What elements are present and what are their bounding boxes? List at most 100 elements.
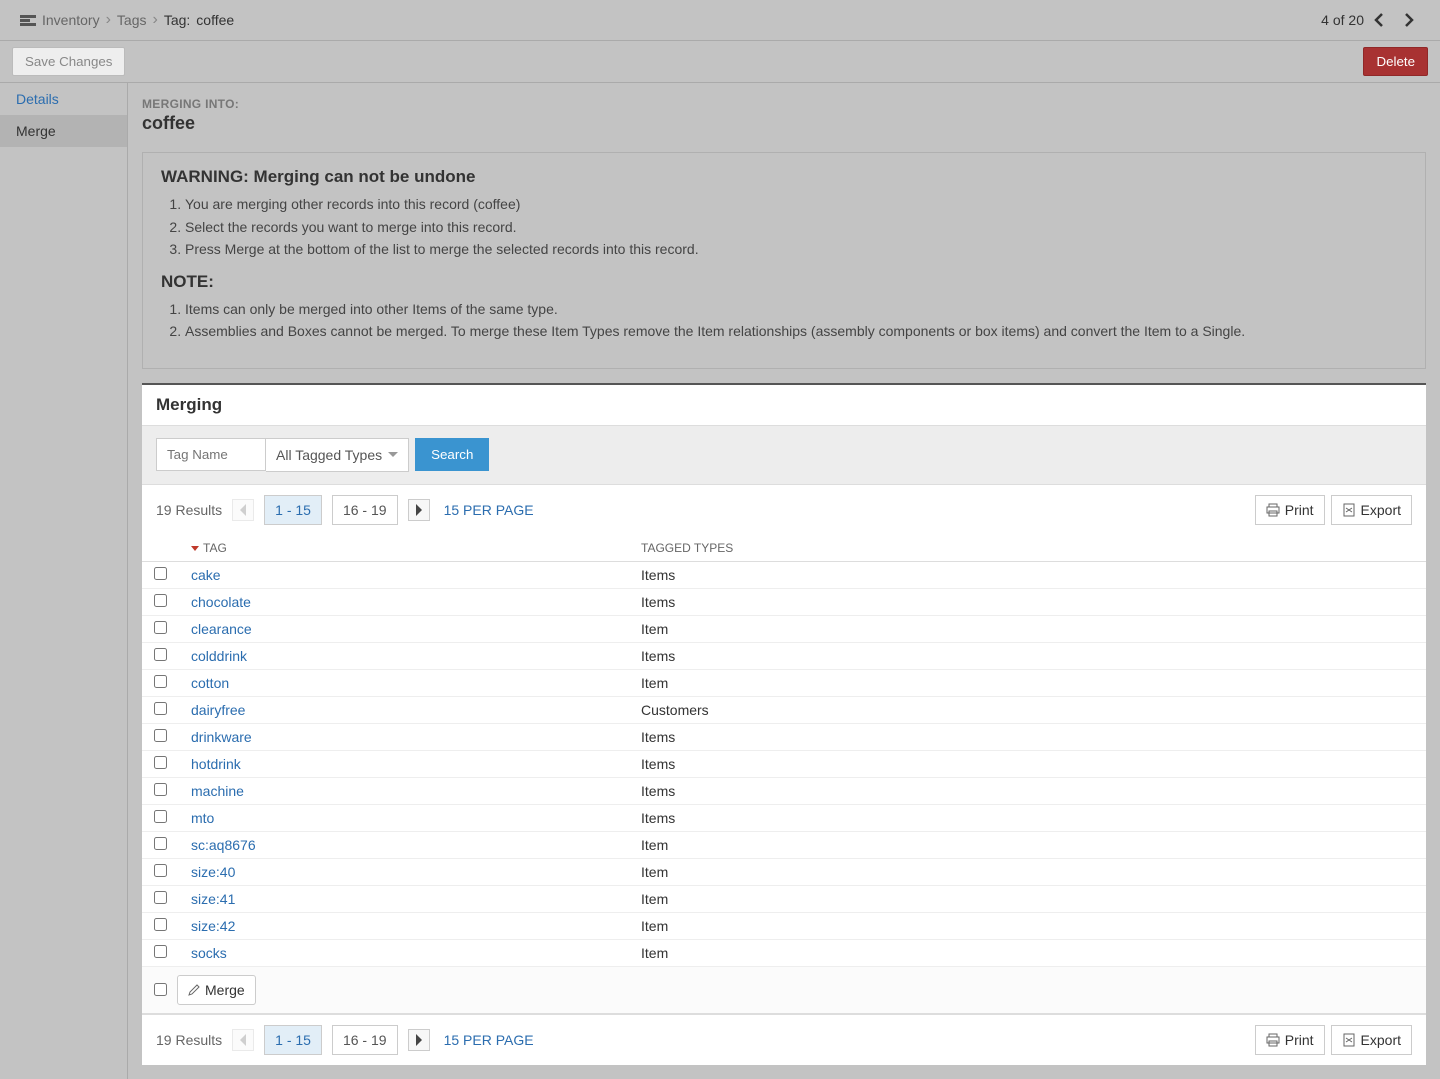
results-count: 19 Results xyxy=(156,502,222,518)
tagged-types-cell: Items xyxy=(629,804,1426,831)
page-next-button[interactable] xyxy=(408,1029,430,1051)
sidebar-item-merge[interactable]: Merge xyxy=(0,115,127,147)
tag-link[interactable]: colddrink xyxy=(191,648,247,664)
tag-link[interactable]: dairyfree xyxy=(191,702,245,718)
breadcrumb-root[interactable]: Inventory xyxy=(42,12,100,28)
page-prev-button[interactable] xyxy=(232,499,254,521)
print-icon xyxy=(1266,503,1280,517)
row-checkbox[interactable] xyxy=(154,837,167,850)
merge-footer: Merge xyxy=(142,967,1426,1014)
per-page-link[interactable]: 15 PER PAGE xyxy=(444,1032,534,1048)
tag-link[interactable]: size:41 xyxy=(191,891,235,907)
tagged-types-cell: Item xyxy=(629,885,1426,912)
delete-button[interactable]: Delete xyxy=(1363,47,1428,76)
tagged-types-cell: Items xyxy=(629,723,1426,750)
tagged-types-cell: Items xyxy=(629,642,1426,669)
row-checkbox[interactable] xyxy=(154,621,167,634)
warning-item: Select the records you want to merge int… xyxy=(185,218,1407,238)
save-button[interactable]: Save Changes xyxy=(12,47,125,76)
page-body: Details Merge MERGING INTO: coffee WARNI… xyxy=(0,83,1440,1079)
merge-heading: MERGING INTO: xyxy=(142,97,1426,111)
breadcrumb-mid[interactable]: Tags xyxy=(117,12,147,28)
export-icon xyxy=(1342,503,1356,517)
col-types[interactable]: TAGGED TYPES xyxy=(629,535,1426,562)
table-row: clearance Item xyxy=(142,615,1426,642)
tag-link[interactable]: hotdrink xyxy=(191,756,241,772)
note-item: Assemblies and Boxes cannot be merged. T… xyxy=(185,322,1407,342)
row-checkbox[interactable] xyxy=(154,918,167,931)
row-checkbox[interactable] xyxy=(154,675,167,688)
breadcrumb: Inventory › Tags › Tag: coffee xyxy=(20,11,1321,29)
pager-next-button[interactable] xyxy=(1396,8,1420,32)
record-pager: 4 of 20 xyxy=(1321,8,1420,32)
table-row: chocolateItems xyxy=(142,588,1426,615)
sidebar-item-details[interactable]: Details xyxy=(0,83,127,115)
export-button[interactable]: Export xyxy=(1331,1025,1412,1055)
tag-link[interactable]: size:40 xyxy=(191,864,235,880)
export-label: Export xyxy=(1361,1032,1401,1048)
tag-link[interactable]: size:42 xyxy=(191,918,235,934)
row-checkbox[interactable] xyxy=(154,810,167,823)
tagged-types-select[interactable]: All Tagged Types xyxy=(266,438,409,472)
tagged-types-cell: Items xyxy=(629,777,1426,804)
sort-caret-icon xyxy=(191,541,199,555)
row-checkbox[interactable] xyxy=(154,945,167,958)
tagged-types-cell: Items xyxy=(629,750,1426,777)
table-row: size:42Item xyxy=(142,912,1426,939)
table-row: cake Items xyxy=(142,561,1426,588)
tag-name-input[interactable] xyxy=(156,438,266,471)
pager-prev-button[interactable] xyxy=(1368,8,1392,32)
per-page-link[interactable]: 15 PER PAGE xyxy=(444,502,534,518)
tag-link[interactable]: sc:aq8676 xyxy=(191,837,256,853)
export-label: Export xyxy=(1361,502,1401,518)
print-button[interactable]: Print xyxy=(1255,1025,1325,1055)
row-checkbox[interactable] xyxy=(154,864,167,877)
col-check xyxy=(142,535,179,562)
pager-text: 4 of 20 xyxy=(1321,12,1364,28)
table-row: cotton Item xyxy=(142,669,1426,696)
tag-link[interactable]: machine xyxy=(191,783,244,799)
page-range-1[interactable]: 1 - 15 xyxy=(264,1025,322,1055)
row-checkbox[interactable] xyxy=(154,702,167,715)
page-next-button[interactable] xyxy=(408,499,430,521)
page-range-2[interactable]: 16 - 19 xyxy=(332,495,398,525)
tag-link[interactable]: socks xyxy=(191,945,227,961)
row-checkbox[interactable] xyxy=(154,729,167,742)
tag-link[interactable]: mto xyxy=(191,810,214,826)
tagged-types-cell: Item xyxy=(629,669,1426,696)
page-range-2[interactable]: 16 - 19 xyxy=(332,1025,398,1055)
tag-link[interactable]: chocolate xyxy=(191,594,251,610)
search-button[interactable]: Search xyxy=(415,438,489,471)
row-checkbox[interactable] xyxy=(154,891,167,904)
print-button[interactable]: Print xyxy=(1255,495,1325,525)
table-row: drinkware Items xyxy=(142,723,1426,750)
tag-link[interactable]: clearance xyxy=(191,621,252,637)
print-label: Print xyxy=(1285,502,1314,518)
tagged-types-cell: Customers xyxy=(629,696,1426,723)
results-count: 19 Results xyxy=(156,1032,222,1048)
row-checkbox[interactable] xyxy=(154,783,167,796)
table-row: dairyfree Customers xyxy=(142,696,1426,723)
page-prev-button[interactable] xyxy=(232,1029,254,1051)
tag-link[interactable]: cotton xyxy=(191,675,229,691)
breadcrumb-current: coffee xyxy=(196,12,234,28)
row-checkbox[interactable] xyxy=(154,567,167,580)
merge-button[interactable]: Merge xyxy=(177,975,256,1005)
print-label: Print xyxy=(1285,1032,1314,1048)
row-checkbox[interactable] xyxy=(154,756,167,769)
tagged-types-cell: Item xyxy=(629,615,1426,642)
tag-link[interactable]: drinkware xyxy=(191,729,252,745)
page-range-1[interactable]: 1 - 15 xyxy=(264,495,322,525)
select-all-checkbox[interactable] xyxy=(154,983,167,996)
table-row: size:40Item xyxy=(142,858,1426,885)
row-checkbox[interactable] xyxy=(154,648,167,661)
chevron-right-icon: › xyxy=(106,11,111,29)
tagged-types-cell: Items xyxy=(629,561,1426,588)
col-tag[interactable]: TAG xyxy=(179,535,629,562)
page-header: Inventory › Tags › Tag: coffee 4 of 20 xyxy=(0,0,1440,41)
tag-link[interactable]: cake xyxy=(191,567,221,583)
export-button[interactable]: Export xyxy=(1331,495,1412,525)
warning-box: WARNING: Merging can not be undone You a… xyxy=(142,152,1426,369)
row-checkbox[interactable] xyxy=(154,594,167,607)
note-list: Items can only be merged into other Item… xyxy=(185,300,1407,342)
